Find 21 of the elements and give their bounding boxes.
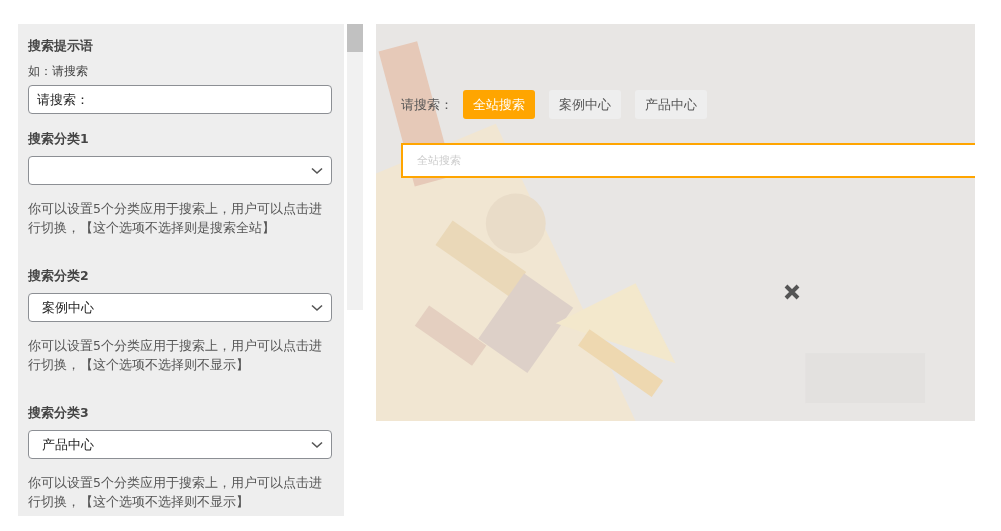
field-label: 搜索分类3: [28, 405, 90, 422]
select-field[interactable]: [28, 156, 332, 185]
chevron-down-icon: [311, 166, 323, 175]
hint-text: 如：请搜索: [28, 63, 89, 80]
help-text: 你可以设置5个分类应用于搜索上，用户可以点击进行切换，【这个选项不选择则是搜索全站】: [28, 200, 323, 237]
search-prompt: 请搜索：: [401, 95, 453, 114]
category-tab[interactable]: 产品中心: [635, 90, 707, 119]
chevron-down-icon: [311, 440, 323, 449]
help-text: 你可以设置5个分类应用于搜索上，用户可以点击进行切换，【这个选项不选择则不显示】: [28, 474, 323, 511]
field-label: 搜索提示语: [28, 38, 94, 55]
field-label: 搜索分类2: [28, 268, 90, 285]
category-tab[interactable]: 案例中心: [549, 90, 621, 119]
scrollbar-thumb[interactable]: [347, 24, 363, 52]
scrollbar[interactable]: [347, 24, 363, 310]
input-field[interactable]: 请搜索：: [28, 85, 332, 114]
select-field[interactable]: 产品中心: [28, 430, 332, 459]
chevron-down-icon: [311, 303, 323, 312]
close-icon[interactable]: [783, 283, 801, 301]
help-text: 你可以设置5个分类应用于搜索上，用户可以点击进行切换，【这个选项不选择则不显示】: [28, 337, 323, 374]
field-label: 搜索分类1: [28, 131, 90, 148]
select-field[interactable]: 案例中心: [28, 293, 332, 322]
